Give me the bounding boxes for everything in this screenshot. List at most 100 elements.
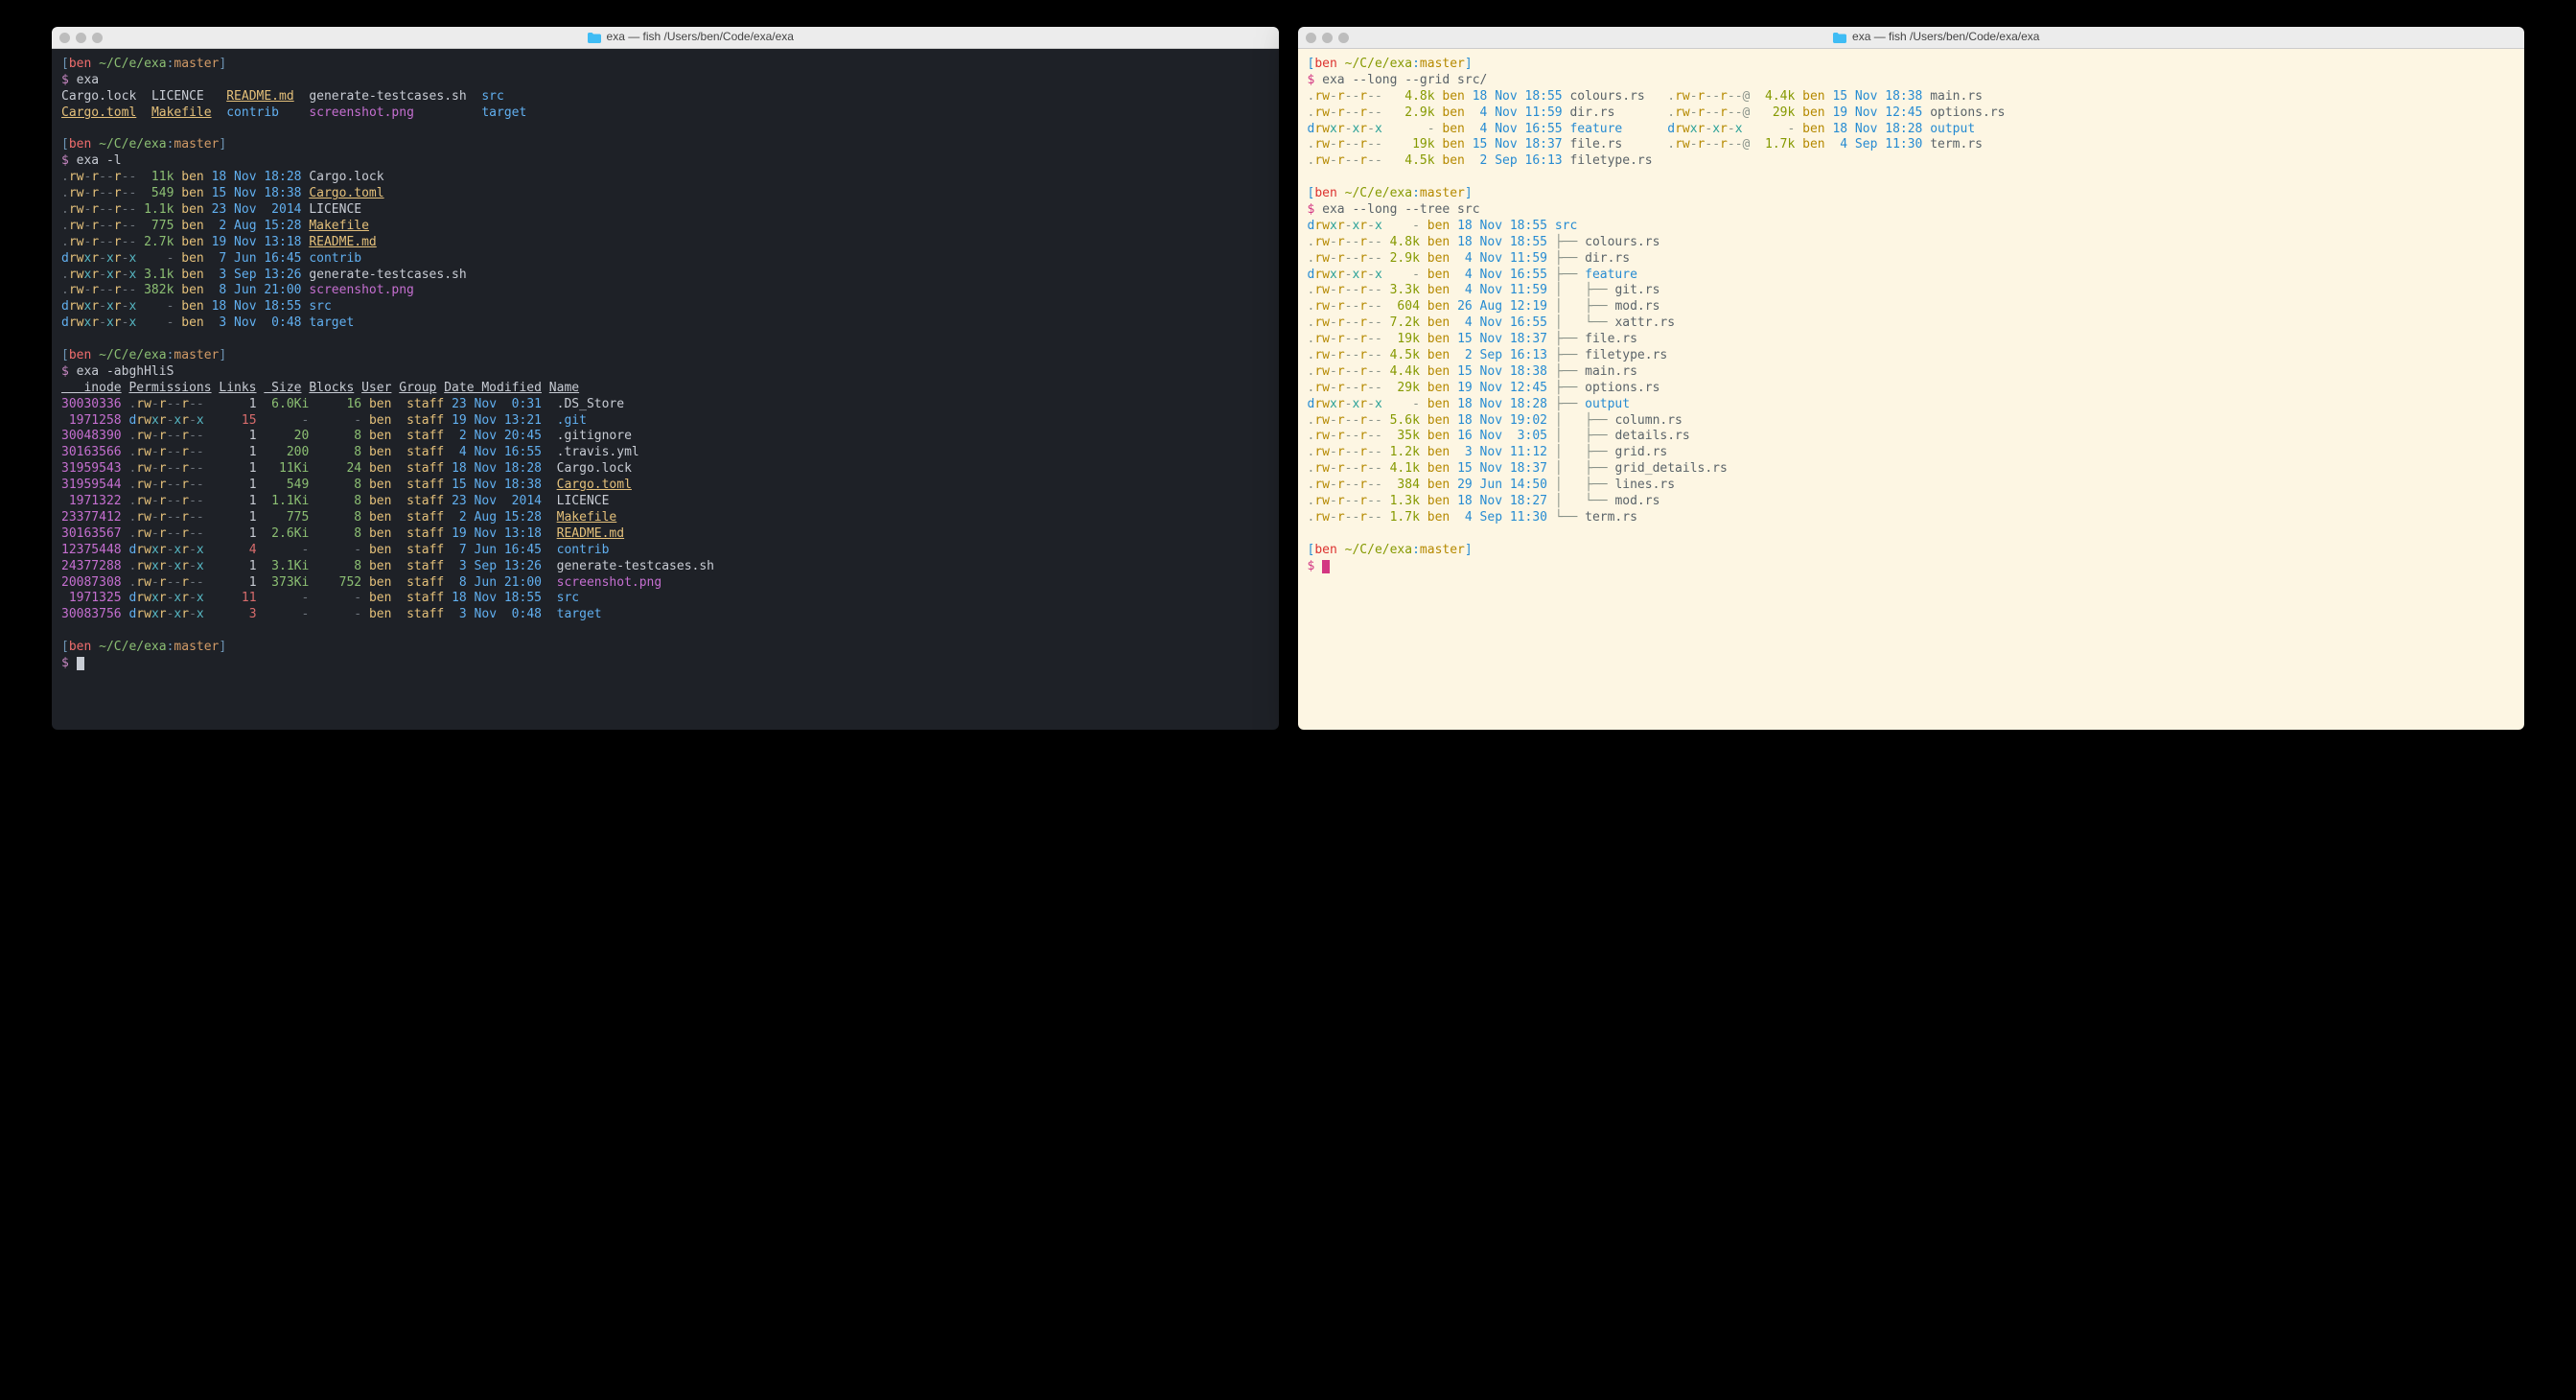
prompt-symbol: $: [61, 73, 77, 87]
list-row: 24377288 .rwxr-xr-x 1 3.1Ki 8 ben staff …: [61, 559, 1269, 575]
titlebar[interactable]: exa — fish /Users/ben/Code/exa/exa: [1298, 27, 2525, 49]
size: 200: [264, 445, 309, 459]
size: 4.1k: [1390, 461, 1420, 476]
col-name: Name: [549, 381, 579, 395]
command-line[interactable]: $ exa -l: [61, 153, 1269, 170]
user: ben: [369, 429, 391, 443]
command-line[interactable]: $ exa: [61, 73, 1269, 89]
links: 1: [242, 461, 257, 476]
size: 29k: [1390, 381, 1420, 395]
file-entry: README.md: [309, 235, 376, 249]
command-text: exa: [77, 73, 99, 87]
prompt-symbol: $: [1308, 202, 1323, 217]
date: 4 Nov 11:59: [1457, 251, 1547, 266]
file-entry: contrib: [309, 251, 361, 266]
date: 8 Jun 21:00: [452, 575, 542, 590]
date: 18 Nov 18:27: [1457, 494, 1547, 508]
inode: 1971258: [61, 413, 122, 428]
user: ben: [369, 543, 391, 557]
list-row: 30163567 .rw-r--r-- 1 2.6Ki 8 ben staff …: [61, 526, 1269, 543]
blocks: 8: [332, 526, 361, 541]
prompt-symbol: $: [1308, 73, 1323, 87]
list-row: .rw-r--r-- 4.8k ben 18 Nov 18:55 ├── col…: [1308, 235, 2516, 251]
blocks: -: [332, 543, 361, 557]
file-entry: generate-testcases.sh: [557, 559, 714, 573]
list-row: .rw-r--r-- 382k ben 8 Jun 21:00 screensh…: [61, 283, 1269, 299]
tree-branch-icon: ├──: [1555, 364, 1585, 379]
file-entry: file.rs: [1569, 137, 1622, 152]
file-entry: src: [557, 591, 579, 605]
close-icon[interactable]: [59, 33, 70, 43]
size: -: [1757, 122, 1795, 136]
file-entry: Cargo.toml: [309, 186, 383, 200]
list-row: .rw-r--r-- 19k ben 15 Nov 18:37 file.rs …: [1308, 137, 2516, 153]
prompt-branch: master: [174, 348, 219, 362]
list-row: .rw-r--r-- 4.1k ben 15 Nov 18:37 │ ├── g…: [1308, 461, 2516, 478]
user: ben: [1427, 413, 1450, 428]
titlebar[interactable]: exa — fish /Users/ben/Code/exa/exa: [52, 27, 1279, 49]
minimize-icon[interactable]: [76, 33, 86, 43]
terminal-body-dark[interactable]: [ben ~/C/e/exa:master]$ exaCargo.lock LI…: [52, 49, 1279, 730]
size: 1.3k: [1390, 494, 1420, 508]
file-entry: colours.rs: [1569, 89, 1644, 104]
date: 3 Nov 11:12: [1457, 445, 1547, 459]
date: 8 Jun 21:00: [212, 283, 302, 297]
file-entry: grid.rs: [1614, 445, 1667, 459]
user: ben: [1427, 381, 1450, 395]
user: ben: [369, 575, 391, 590]
links: 1: [242, 526, 257, 541]
user: ben: [1427, 251, 1450, 266]
size: 1.2k: [1390, 445, 1420, 459]
zoom-icon[interactable]: [92, 33, 103, 43]
command-line[interactable]: $ exa --long --grid src/: [1308, 73, 2516, 89]
zoom-icon[interactable]: [1338, 33, 1349, 43]
terminal-body-light[interactable]: [ben ~/C/e/exa:master]$ exa --long --gri…: [1298, 49, 2525, 730]
col-date: Date Modified: [444, 381, 542, 395]
minimize-icon[interactable]: [1322, 33, 1333, 43]
file-entry: options.rs: [1930, 105, 2005, 120]
list-row: 1971322 .rw-r--r-- 1 1.1Ki 8 ben staff 2…: [61, 494, 1269, 510]
date: 4 Nov 16:55: [1473, 122, 1563, 136]
prompt-user: ben: [69, 57, 91, 71]
list-row: .rw-r--r-- 2.9k ben 4 Nov 11:59 ├── dir.…: [1308, 251, 2516, 268]
size: 3.1Ki: [264, 559, 309, 573]
file-entry: README.md: [226, 89, 293, 104]
list-row: drwxr-xr-x - ben 18 Nov 18:55 src: [61, 299, 1269, 315]
col-group: Group: [399, 381, 436, 395]
date: 18 Nov 18:55: [1473, 89, 1563, 104]
prompt-path: ~/C/e/exa: [99, 57, 166, 71]
date: 2 Aug 15:28: [452, 510, 542, 525]
group: staff: [406, 575, 444, 590]
user: ben: [1427, 315, 1450, 330]
command-line[interactable]: $: [1308, 559, 2516, 575]
size: 20: [264, 429, 309, 443]
prompt-branch: master: [174, 57, 219, 71]
list-row: .rw-r--r-- 604 ben 26 Aug 12:19 │ ├── mo…: [1308, 299, 2516, 315]
prompt-bracket: [: [61, 640, 69, 654]
size: 11Ki: [264, 461, 309, 476]
date: 18 Nov 18:55: [212, 299, 302, 314]
user: ben: [1442, 137, 1464, 152]
window-title: exa — fish /Users/ben/Code/exa/exa: [607, 30, 794, 45]
terminal-window-dark: exa — fish /Users/ben/Code/exa/exa [ben …: [52, 27, 1279, 730]
size: 1.7k: [1757, 137, 1795, 152]
user: ben: [1442, 105, 1464, 120]
date: 3 Sep 13:26: [452, 559, 542, 573]
list-row: .rw-r--r-- 4.5k ben 2 Sep 16:13 ├── file…: [1308, 348, 2516, 364]
user: ben: [181, 268, 203, 282]
col-links: Links: [219, 381, 256, 395]
inode: 30048390: [61, 429, 122, 443]
command-line[interactable]: $ exa --long --tree src: [1308, 202, 2516, 219]
command-line[interactable]: $: [61, 656, 1269, 672]
size: -: [264, 607, 309, 621]
user: ben: [1427, 219, 1450, 233]
list-row: 12375448 drwxr-xr-x 4 - - ben staff 7 Ju…: [61, 543, 1269, 559]
user: ben: [1427, 235, 1450, 249]
close-icon[interactable]: [1306, 33, 1316, 43]
size: 1.1Ki: [264, 494, 309, 508]
command-line[interactable]: $ exa -abghHliS: [61, 364, 1269, 381]
list-row: 30163566 .rw-r--r-- 1 200 8 ben staff 4 …: [61, 445, 1269, 461]
file-entry: Cargo.lock: [309, 170, 383, 184]
blocks: 8: [332, 559, 361, 573]
size: 4.5k: [1390, 348, 1420, 362]
